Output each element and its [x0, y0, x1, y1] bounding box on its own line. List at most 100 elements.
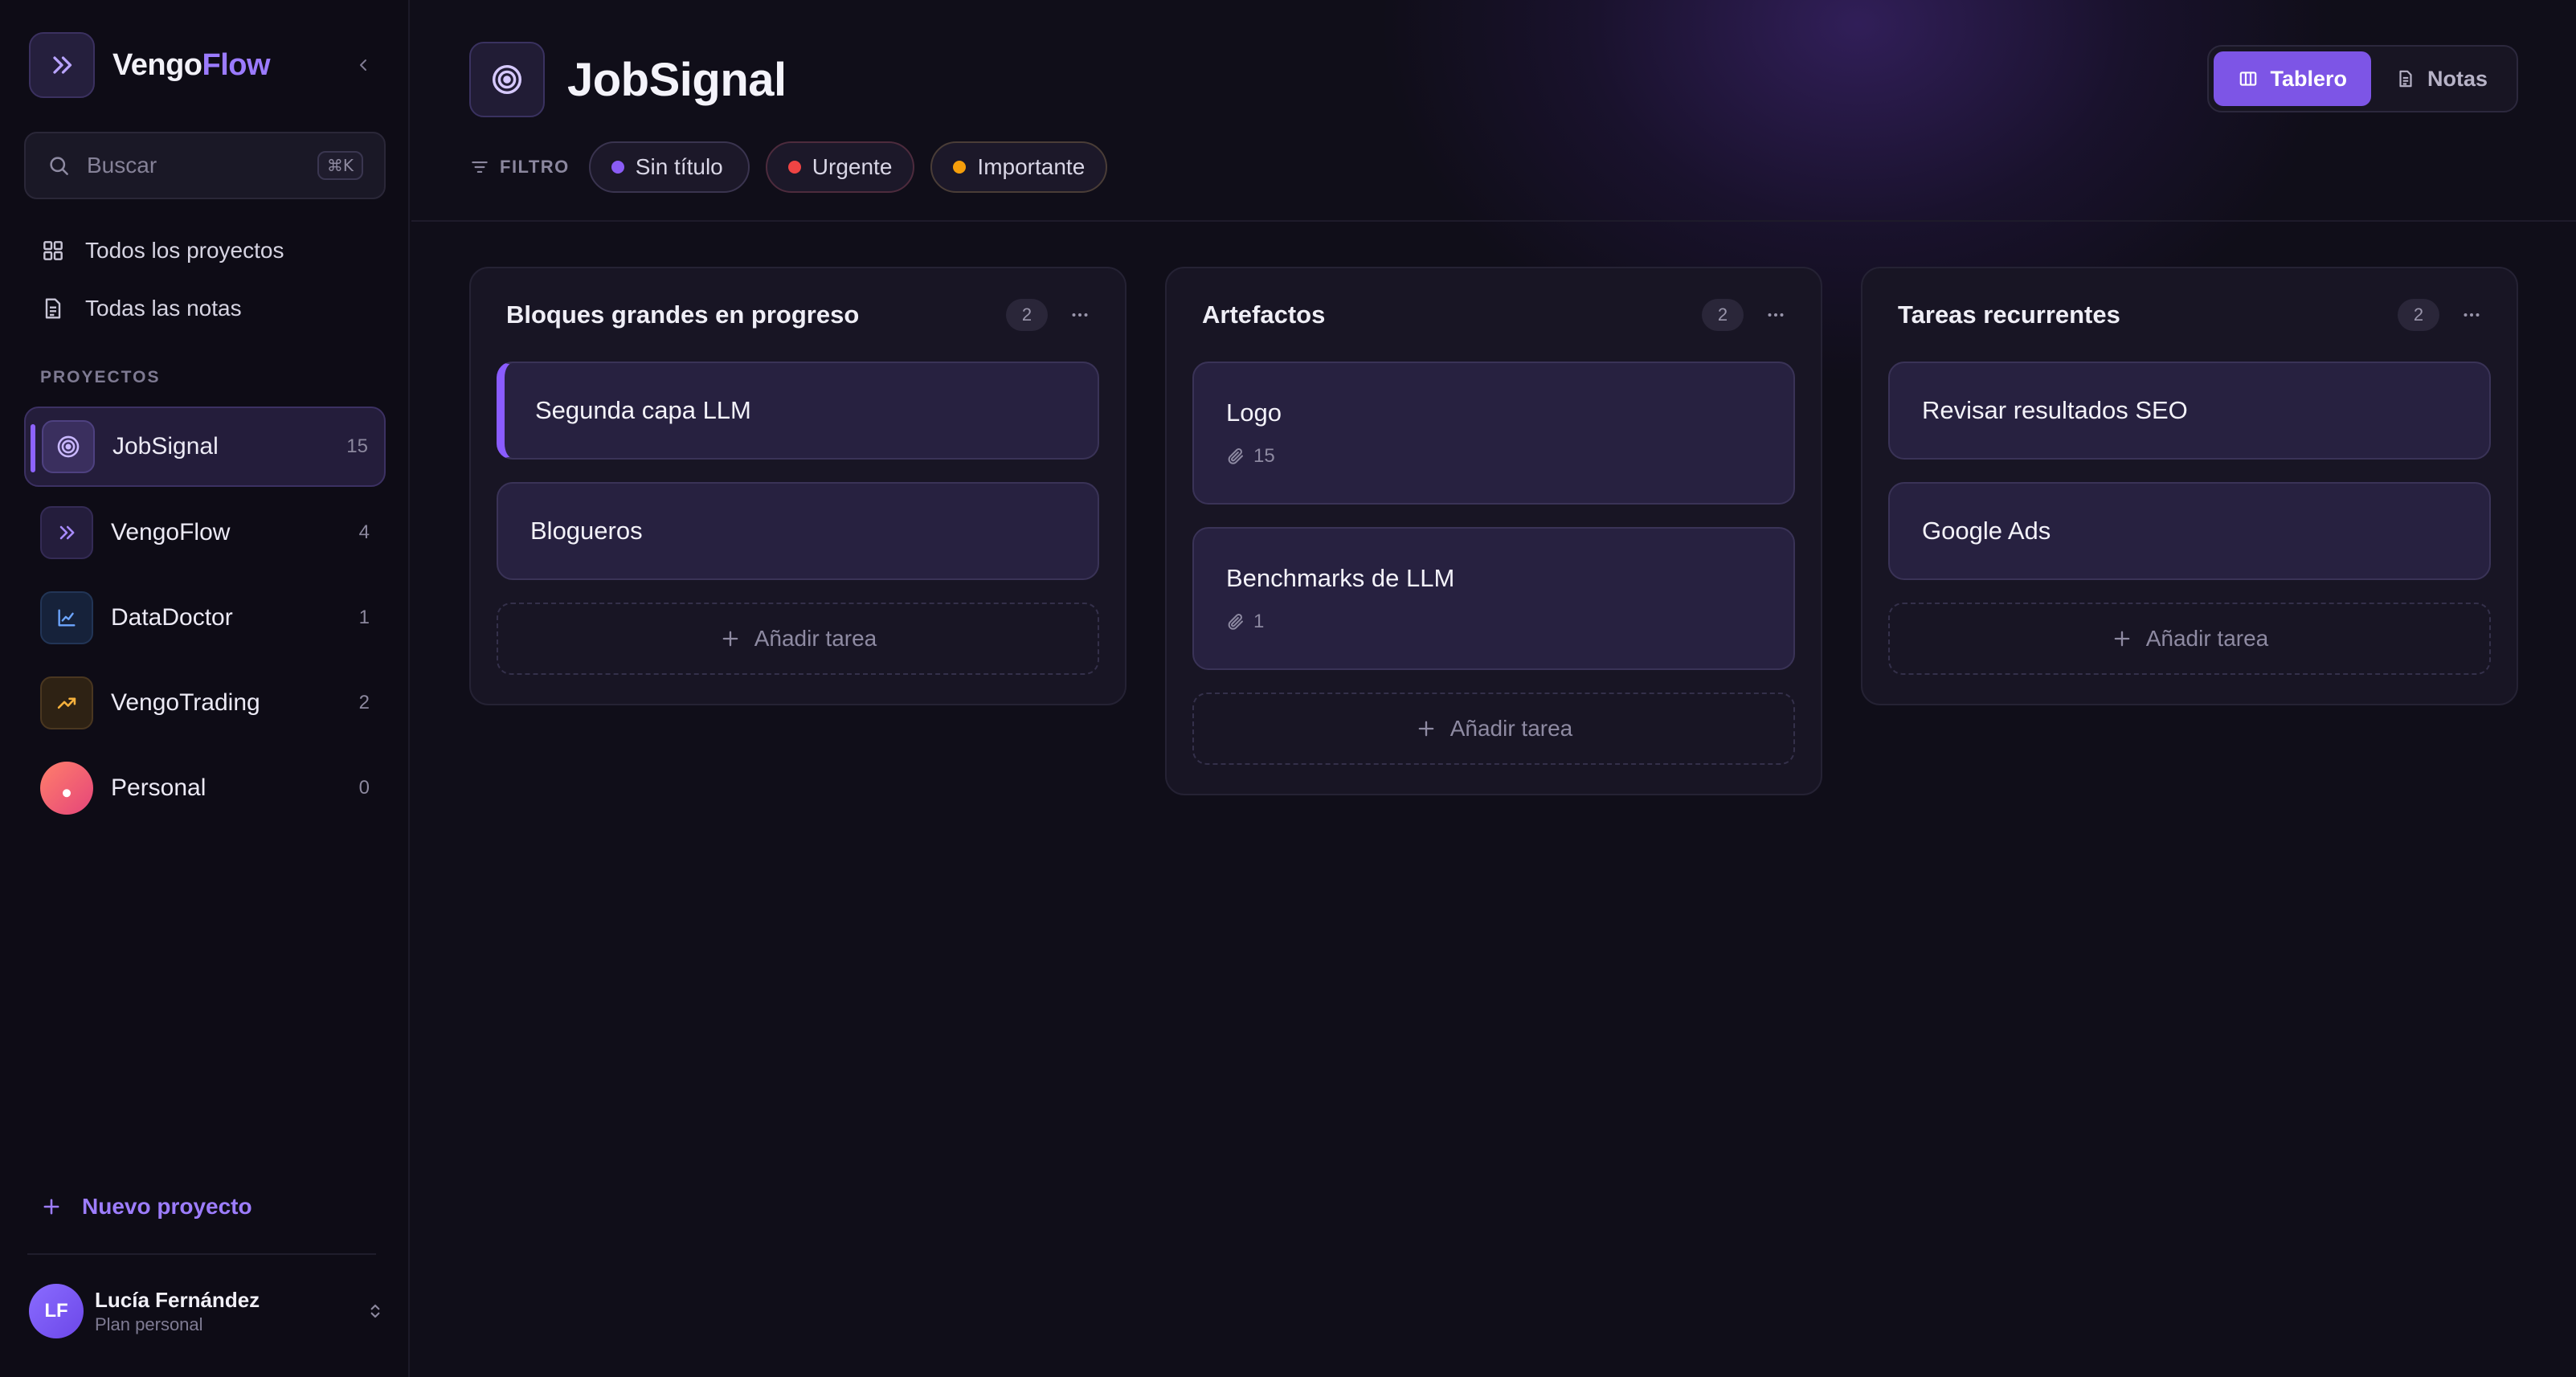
- project-count: 1: [358, 607, 370, 628]
- more-horizontal-icon: [2464, 313, 2480, 317]
- task-card[interactable]: Revisar resultados SEO: [1888, 362, 2491, 460]
- filter-chip-urgent[interactable]: Urgente: [765, 141, 915, 193]
- column-count-badge: 2: [1702, 299, 1744, 331]
- search-input[interactable]: Buscar ⌘K: [24, 132, 386, 199]
- tab-notes-label: Notas: [2427, 66, 2488, 91]
- sidebar-project-jobsignal[interactable]: JobSignal 15: [24, 407, 386, 487]
- brand-accent: Flow: [202, 47, 271, 82]
- color-dot: [787, 161, 801, 174]
- search-icon: [50, 157, 68, 175]
- project-icon-tile: [40, 506, 93, 559]
- filter-chip-label: Urgente: [812, 154, 893, 179]
- main-area: JobSignal FILTRO Sin título Urgente Impo…: [411, 0, 2576, 1377]
- column-title: Artefactos: [1202, 300, 1326, 329]
- project-header-icon-tile: [469, 42, 545, 117]
- user-menu[interactable]: LF Lucía Fernández Plan personal: [29, 1277, 386, 1345]
- filter-chip-important[interactable]: Importante: [930, 141, 1108, 193]
- column-title: Bloques grandes en progreso: [506, 300, 860, 329]
- new-project-button[interactable]: Nuevo proyecto: [40, 1184, 252, 1229]
- grid-icon: [43, 241, 63, 260]
- task-title: Segunda capa LLM: [535, 396, 751, 424]
- filter-bar: FILTRO Sin título Urgente Importante: [469, 141, 1123, 193]
- task-card[interactable]: Benchmarks de LLM 1: [1192, 527, 1795, 670]
- active-indicator: [31, 424, 35, 472]
- projects-section-title: PROYECTOS: [40, 368, 161, 386]
- attachment-count: 15: [1253, 445, 1275, 467]
- project-icon-tile: [40, 676, 93, 729]
- project-name: VengoFlow: [111, 519, 231, 545]
- project-icon-tile: [40, 762, 93, 815]
- user-info: Lucía Fernández Plan personal: [95, 1288, 365, 1335]
- column-more-button[interactable]: [2455, 299, 2488, 331]
- filter-label[interactable]: FILTRO: [469, 157, 570, 178]
- nav-all-projects[interactable]: Todos los proyectos: [40, 228, 284, 273]
- sidebar-project-vengotrading[interactable]: VengoTrading 2: [24, 663, 386, 743]
- trending-up-icon: [57, 697, 76, 709]
- task-card[interactable]: Segunda capa LLM: [497, 362, 1099, 460]
- add-task-button[interactable]: Añadir tarea: [1192, 693, 1795, 765]
- column-more-button[interactable]: [1064, 299, 1096, 331]
- search-placeholder: Buscar: [87, 153, 157, 178]
- project-count: 0: [358, 777, 370, 799]
- column-count-badge: 2: [2398, 299, 2439, 331]
- project-name: VengoTrading: [111, 689, 260, 716]
- task-title: Revisar resultados SEO: [1922, 396, 2188, 424]
- project-header: JobSignal: [469, 42, 787, 117]
- task-card[interactable]: Logo 15: [1192, 362, 1795, 505]
- chevron-up-down-icon: [370, 1304, 380, 1318]
- color-dot: [611, 161, 624, 174]
- task-card[interactable]: Google Ads: [1888, 482, 2491, 580]
- chevrons-right-icon: [53, 56, 72, 74]
- filter-chip-label: Sin título: [635, 154, 723, 179]
- plus-icon: [43, 1199, 59, 1215]
- project-name: DataDoctor: [111, 604, 233, 631]
- target-icon: [57, 435, 80, 458]
- document-icon: [2399, 70, 2412, 88]
- filter-label-text: FILTRO: [500, 157, 570, 177]
- sidebar-project-vengoflow[interactable]: VengoFlow 4: [24, 492, 386, 573]
- add-task-label: Añadir tarea: [2145, 626, 2269, 651]
- sidebar-project-datadoctor[interactable]: DataDoctor 1: [24, 578, 386, 658]
- columns-icon: [2240, 72, 2257, 86]
- document-icon: [45, 298, 61, 319]
- new-project-label: Nuevo proyecto: [82, 1194, 252, 1219]
- project-icon-tile: [40, 591, 93, 644]
- filter-chip-untitled[interactable]: Sin título: [588, 141, 750, 193]
- task-title: Google Ads: [1922, 517, 2051, 545]
- project-name: Personal: [111, 774, 206, 801]
- chevrons-right-icon: [59, 525, 75, 540]
- project-name: JobSignal: [112, 433, 219, 460]
- board-column: Artefactos 2 Logo 15 Benchmarks de LLM 1…: [1165, 267, 1822, 795]
- attachment-meta: 1: [1226, 611, 1761, 633]
- filter-icon: [472, 161, 488, 174]
- task-card[interactable]: Blogueros: [497, 482, 1099, 580]
- plus-icon: [1418, 721, 1434, 737]
- app-name: VengoFlow: [112, 47, 271, 83]
- add-task-button[interactable]: Añadir tarea: [497, 603, 1099, 675]
- more-horizontal-icon: [1072, 313, 1088, 317]
- project-count: 15: [346, 435, 368, 457]
- board-column: Bloques grandes en progreso 2 Segunda ca…: [469, 267, 1126, 705]
- view-toggle: Tablero Notas: [2207, 45, 2518, 112]
- add-task-label: Añadir tarea: [754, 626, 877, 651]
- column-more-button[interactable]: [1760, 299, 1792, 331]
- nav-all-notes[interactable]: Todas las notas: [40, 286, 242, 331]
- tab-notes[interactable]: Notas: [2371, 51, 2512, 106]
- column-title: Tareas recurrentes: [1898, 300, 2120, 329]
- person-icon: [63, 789, 71, 798]
- filter-chip-label: Importante: [977, 154, 1086, 179]
- paperclip-icon: [1228, 614, 1243, 630]
- sidebar-project-personal[interactable]: Personal 0: [24, 748, 386, 828]
- chevron-left-icon: [360, 59, 366, 71]
- column-count-badge: 2: [1006, 299, 1048, 331]
- avatar: LF: [29, 1284, 84, 1338]
- nav-all-projects-label: Todos los proyectos: [85, 238, 284, 263]
- more-horizontal-icon: [1768, 313, 1784, 317]
- project-count: 4: [358, 521, 370, 543]
- app-logo[interactable]: [29, 32, 95, 98]
- tab-board[interactable]: Tablero: [2214, 51, 2371, 106]
- add-task-button[interactable]: Añadir tarea: [1888, 603, 2491, 675]
- search-shortcut-badge: ⌘K: [317, 151, 363, 180]
- target-icon: [492, 64, 522, 95]
- collapse-sidebar-button[interactable]: [350, 52, 376, 78]
